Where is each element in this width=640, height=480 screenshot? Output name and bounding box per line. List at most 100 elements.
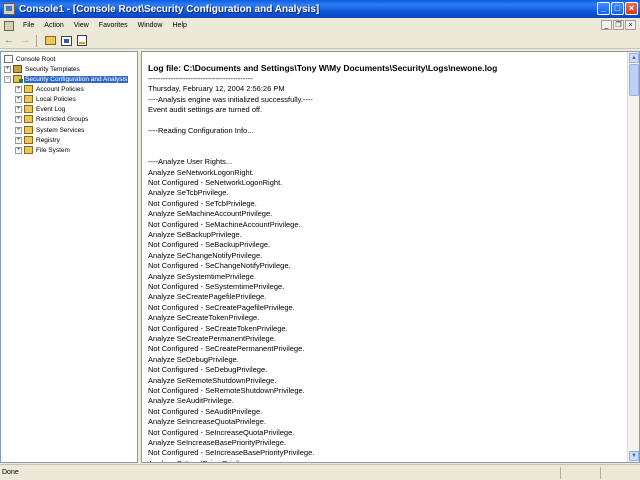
tree-item-security-configuration-analysis[interactable]: − Security Configuration and Analysis [4,74,129,84]
title-bar[interactable]: Console1 - [Console Root\Security Config… [0,0,640,18]
status-divider [600,467,601,479]
log-line: Analyze SeIncreaseQuotaPrivilege. [148,417,266,427]
log-line: Not Configured - SeCreateTokenPrivilege. [148,323,288,333]
log-line: Not Configured - SeRemoteShutdownPrivile… [148,386,305,395]
tree-item-local-policies[interactable]: + Local Policies [15,94,77,104]
folder-icon [24,95,33,103]
menu-file[interactable]: File [18,22,39,29]
log-line: Analyze SeChangeNotifyPrivilege. [148,250,263,260]
log-line: ----Analyze User Rights... [148,157,233,167]
tree-item-file-system[interactable]: + File System [15,145,71,155]
expand-toggle[interactable]: + [15,146,22,154]
expand-toggle[interactable]: + [15,95,22,103]
log-line: Analyze SeDebugPrivilege. [148,354,239,364]
log-line: Not Configured - SeCreatePermanentPrivil… [148,344,305,354]
properties-icon [77,35,87,46]
log-line: Analyze SeCreateTokenPrivilege. [148,313,260,323]
tree-item-label: Security Templates [25,65,80,73]
tree-item-label: Console Root [16,55,56,63]
window-controls: _ □ × [597,2,638,15]
tree-item-label: Event Log [36,105,66,113]
show-hide-tree-button[interactable] [59,34,73,47]
tree-item-label: File System [36,146,70,154]
log-line: Not Configured - SeBackupPrivilege. [148,240,271,250]
up-folder-icon [44,36,56,45]
expand-toggle[interactable]: + [15,85,22,93]
forward-arrow-icon[interactable]: → [18,34,32,47]
menu-help[interactable]: Help [168,22,192,29]
scroll-up-arrow-icon[interactable]: ▲ [629,53,639,63]
tree-item-console-root[interactable]: Console Root [4,54,56,64]
log-line: Analyze SeCreatePermanentPrivilege. [148,334,276,343]
scroll-thumb[interactable] [629,64,639,96]
log-line: Analyze SeTcbPrivilege. [148,188,229,198]
console-tree[interactable]: Console Root + Security Templates − Secu… [0,51,138,463]
expand-toggle[interactable]: + [4,65,11,73]
mdi-close-button[interactable]: × [625,20,636,30]
log-line: Not Configured - SeIncreaseBasePriorityP… [148,448,315,458]
log-line: ----Analysis engine was initialized succ… [148,94,313,104]
log-line: Not Configured - SeCreatePagefilePrivile… [148,302,295,312]
log-line: Analyze SeRemoteShutdownPrivilege. [148,375,277,385]
log-line: Analyze SeMachineAccountPrivilege. [148,209,273,219]
mdi-child-icon[interactable] [4,20,14,31]
expand-toggle[interactable]: + [15,115,22,123]
log-line: Analyze SeAuditPrivilege. [148,396,234,406]
folder-icon [24,146,33,154]
tree-item-restricted-groups[interactable]: + Restricted Groups [15,114,89,124]
log-line: Analyze SeLoadDriverPrivilege. [148,459,253,462]
tree-item-security-templates[interactable]: + Security Templates [4,64,81,74]
tree-item-event-log[interactable]: + Event Log [15,104,66,114]
show-hide-tree-icon [60,35,72,46]
close-button[interactable]: × [625,2,638,15]
mdi-controls: _ ❐ × [601,20,636,30]
mdi-minimize-button[interactable]: _ [601,20,612,30]
log-line: Not Configured - SeChangeNotifyPrivilege… [148,261,291,271]
maximize-button[interactable]: □ [611,2,624,15]
expand-toggle[interactable]: + [15,136,22,144]
menu-bar: File Action View Favorites Window Help _… [0,18,640,33]
tree-item-registry[interactable]: + Registry [15,135,61,145]
console-root-icon [4,55,13,63]
log-line: Analyze SeNetworkLogonRight. [148,167,254,177]
menu-favorites[interactable]: Favorites [94,22,133,29]
mmc-app-icon[interactable] [3,3,15,15]
menu-view[interactable]: View [69,22,94,29]
menu-window[interactable]: Window [133,22,168,29]
log-line: Not Configured - SeAuditPrivilege. [148,406,263,416]
security-analysis-icon [13,75,23,83]
tree-item-label: Local Policies [36,95,76,103]
mdi-restore-button[interactable]: ❐ [613,20,624,30]
expand-toggle[interactable]: + [15,105,22,113]
toolbar: ← → [0,33,640,49]
tree-item-account-policies[interactable]: + Account Policies [15,84,85,94]
log-line: Not Configured - SeSystemtimePrivilege. [148,282,285,291]
expand-toggle[interactable]: + [15,126,22,134]
log-file-header: Log file: C:\Documents and Settings\Tony… [148,63,498,73]
vertical-scrollbar[interactable]: ▲ ▼ [627,52,639,462]
log-line: Not Configured - SeTcbPrivilege. [148,198,257,208]
folder-icon [24,126,33,134]
back-arrow-icon[interactable]: ← [2,34,16,47]
status-bar: Done [0,464,640,480]
collapse-toggle[interactable]: − [4,75,11,83]
scroll-down-arrow-icon[interactable]: ▼ [629,451,639,461]
log-line: Analyze SeIncreaseBasePriorityPrivilege. [148,438,286,447]
log-line: Not Configured - SeDebugPrivilege. [148,365,268,375]
log-line: ----Reading Configuration Info... [148,126,254,135]
log-view-pane[interactable]: Log file: C:\Documents and Settings\Tony… [141,51,640,463]
up-folder-button[interactable] [43,34,57,47]
minimize-button[interactable]: _ [597,2,610,15]
tree-item-label: Registry [36,136,60,144]
templates-icon [13,65,22,73]
properties-button[interactable] [75,34,89,47]
tree-item-system-services[interactable]: + System Services [15,125,85,135]
menu-action[interactable]: Action [39,22,68,29]
folder-icon [24,85,33,93]
log-line: Analyze SeBackupPrivilege. [148,230,242,239]
tree-item-label: System Services [36,126,85,134]
log-line: Event audit settings are turned off. [148,105,263,115]
log-line: Not Configured - SeMachineAccountPrivile… [148,219,301,229]
folder-icon [24,105,33,113]
log-line: Analyze SeSystemtimePrivilege. [148,271,256,281]
